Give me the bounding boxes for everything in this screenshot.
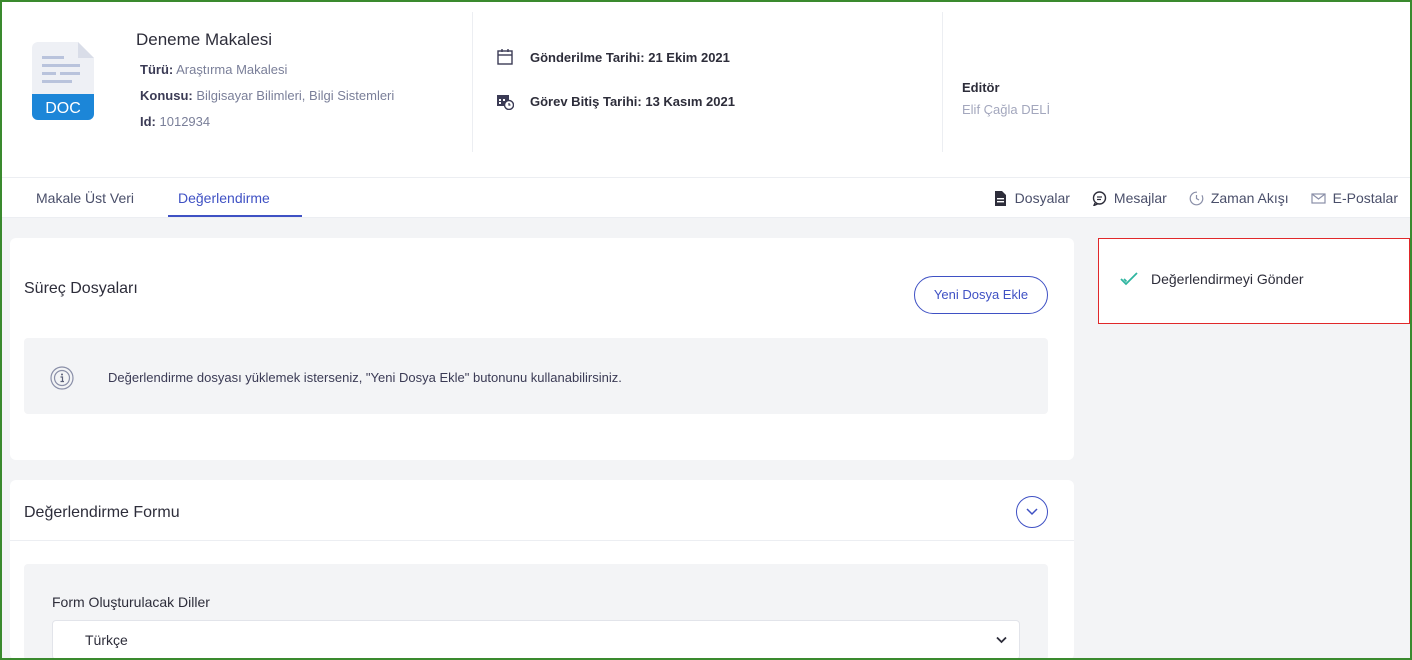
sent-date: Gönderilme Tarihi: 21 Ekim 2021 xyxy=(496,48,730,66)
tab-metadata[interactable]: Makale Üst Veri xyxy=(36,190,134,206)
tab-timeline-label: Zaman Akışı xyxy=(1210,190,1289,206)
tab-evaluation[interactable]: Değerlendirme xyxy=(178,190,270,206)
article-subject-value: Bilgisayar Bilimleri, Bilgi Sistemleri xyxy=(196,88,395,103)
doc-icon-label: DOC xyxy=(45,100,81,117)
article-type: Türü: Araştırma Makalesi xyxy=(140,62,287,77)
article-id-label: Id: xyxy=(140,114,156,129)
calendar-icon xyxy=(497,49,513,65)
article-subject: Konusu: Bilgisayar Bilimleri, Bilgi Sist… xyxy=(140,88,394,103)
tab-messages[interactable]: Mesajlar xyxy=(1092,190,1167,206)
article-id-value: 1012934 xyxy=(159,114,211,129)
tab-emails-label: E-Postalar xyxy=(1332,190,1398,206)
app-frame: DOC Deneme Makalesi Türü: Araştırma Maka… xyxy=(0,0,1412,660)
card-divider xyxy=(10,540,1074,541)
form-section: Form Oluşturulacak Diller Türkçe xyxy=(24,564,1048,658)
tab-files[interactable]: Dosyalar xyxy=(993,190,1070,206)
chat-icon xyxy=(1092,190,1107,206)
due-date-text: Görev Bitiş Tarihi: 13 Kasım 2021 xyxy=(530,93,735,109)
chevron-down-icon xyxy=(1026,508,1038,516)
clock-icon xyxy=(1189,191,1204,205)
evaluation-form-title: Değerlendirme Formu xyxy=(24,504,180,521)
info-alert: Değerlendirme dosyası yüklemek isterseni… xyxy=(24,338,1048,414)
send-evaluation-label: Değerlendirmeyi Gönder xyxy=(1151,271,1304,287)
tab-files-label: Dosyalar xyxy=(1014,190,1070,206)
header-divider xyxy=(472,12,473,152)
editor-name: Elif Çağla DELİ xyxy=(962,102,1051,117)
article-header: DOC Deneme Makalesi Türü: Araştırma Maka… xyxy=(2,2,1410,178)
evaluation-form-card: Değerlendirme Formu Form Oluşturulacak D… xyxy=(10,480,1074,658)
process-files-title: Süreç Dosyaları xyxy=(24,280,138,297)
tab-timeline[interactable]: Zaman Akışı xyxy=(1189,190,1289,206)
doc-file-icon: DOC xyxy=(32,42,94,120)
mail-icon xyxy=(1311,192,1326,204)
language-select[interactable]: Türkçe xyxy=(52,620,1020,658)
article-title: Deneme Makalesi xyxy=(136,30,273,49)
language-select-value: Türkçe xyxy=(85,632,128,648)
tab-emails[interactable]: E-Postalar xyxy=(1311,190,1398,206)
tab-messages-label: Mesajlar xyxy=(1113,190,1167,206)
file-icon xyxy=(994,190,1006,206)
secondary-tabs: Dosyalar Mesajlar Zaman Akışı E-Postalar xyxy=(993,190,1398,206)
info-text: Değerlendirme dosyası yüklemek isterseni… xyxy=(108,370,622,385)
info-icon xyxy=(50,366,74,390)
chevron-down-icon xyxy=(996,636,1007,644)
article-type-label: Türü: xyxy=(140,62,174,77)
header-divider xyxy=(942,12,943,152)
languages-label: Form Oluşturulacak Diller xyxy=(52,594,210,610)
check-icon xyxy=(1120,272,1138,286)
editor-label: Editör xyxy=(962,80,1000,95)
collapse-toggle-button[interactable] xyxy=(1016,496,1048,528)
process-files-card: Süreç Dosyaları Yeni Dosya Ekle Değerlen… xyxy=(10,238,1074,460)
article-subject-label: Konusu: xyxy=(140,88,193,103)
calendar-clock-icon xyxy=(497,95,514,110)
article-type-value: Araştırma Makalesi xyxy=(176,62,288,77)
due-date: Görev Bitiş Tarihi: 13 Kasım 2021 xyxy=(496,92,735,110)
tab-bar: Makale Üst Veri Değerlendirme Dosyalar M… xyxy=(2,178,1410,218)
action-panel: Değerlendirmeyi Gönder xyxy=(1098,238,1410,324)
add-file-button[interactable]: Yeni Dosya Ekle xyxy=(914,276,1048,314)
article-id: Id: 1012934 xyxy=(140,114,210,129)
sent-date-text: Gönderilme Tarihi: 21 Ekim 2021 xyxy=(530,49,730,65)
send-evaluation-button[interactable]: Değerlendirmeyi Gönder xyxy=(1119,271,1304,287)
active-tab-indicator xyxy=(168,215,302,217)
